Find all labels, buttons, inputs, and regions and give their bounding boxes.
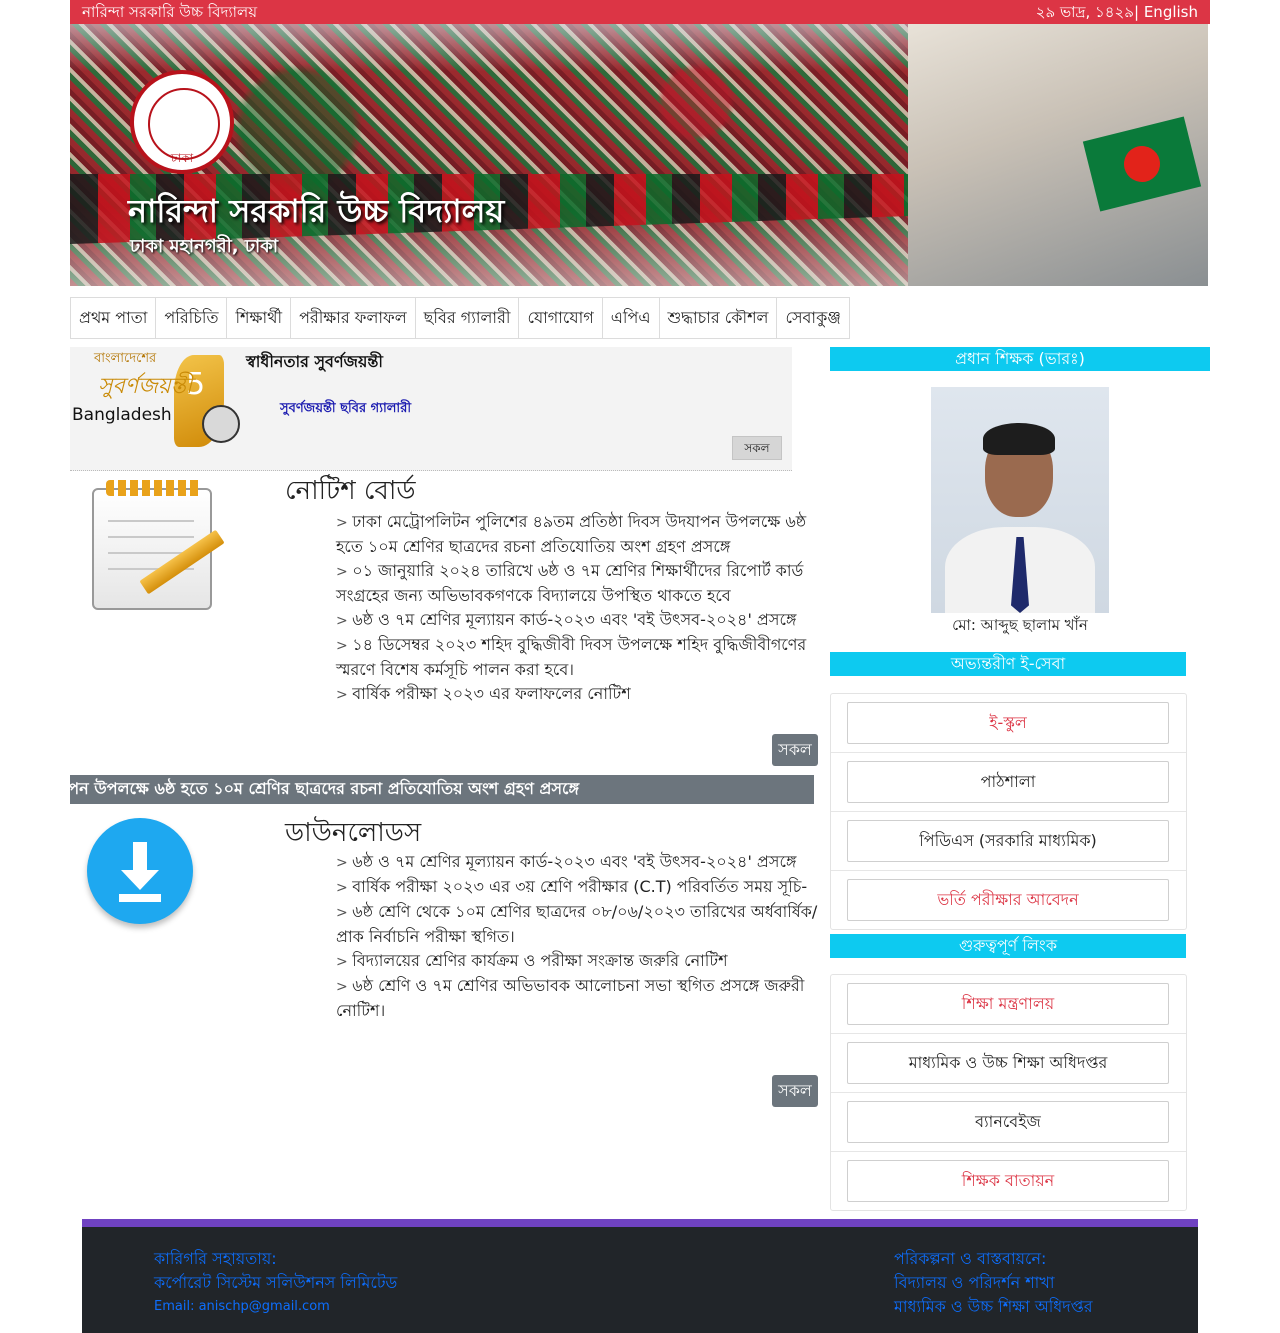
important-links-header: গুরুত্বপূর্ণ লিংক [830,934,1186,958]
footer-inspection-branch[interactable]: বিদ্যালয় ও পরিদর্শন শাখা [894,1271,1093,1295]
nav-item-gallery[interactable]: ছবির গ্যালারী [414,297,520,339]
link-row: শিক্ষা মন্ত্রণালয় [831,975,1186,1034]
nav-item-service-corner[interactable]: সেবাকুঞ্জ [776,297,850,339]
golden-jubilee-panel: 5 বাংলাদেশের সুবর্ণজয়ন্তী Bangladesh স্… [70,347,792,471]
download-bar [119,894,161,902]
important-links-panel: শিক্ষা মন্ত্রণালয় মাধ্যমিক ও উচ্চ শিক্ষ… [830,974,1187,1211]
pathshala-link[interactable]: পাঠশালা [847,761,1169,803]
photo-hair [983,423,1055,455]
footer-planning: পরিকল্পনা ও বাস্তবায়নে: বিদ্যালয় ও পরি… [894,1247,1093,1319]
bangladesh-flag-icon [1082,116,1202,212]
notepad-rings [106,480,202,496]
notice-item[interactable]: ০১ জানুয়ারি ২০২৪ তারিখে ৬ষ্ঠ ও ৭ম শ্রেণ… [336,559,822,608]
nav-item-results[interactable]: পরীক্ষার ফলাফল [290,297,416,339]
main-nav: প্রথম পাতা পরিচিতি শিক্ষার্থী পরীক্ষার ফ… [70,297,850,339]
logo-line-1: বাংলাদেশের [94,351,157,366]
download-item[interactable]: ৬ষ্ঠ শ্রেণি ও ৭ম শ্রেণির অভিভাবক আলোচনা … [336,974,822,1023]
pds-link[interactable]: পিডিএস (সরকারি মাধ্যমিক) [847,820,1169,862]
download-icon [87,818,193,924]
notice-list: ঢাকা মেট্রোপলিটন পুলিশের ৪৯তম প্রতিষ্ঠা … [336,510,822,707]
download-item[interactable]: ৬ষ্ঠ ও ৭ম শ্রেণির মূল্যায়ন কার্ড-২০২৩ এ… [336,850,822,875]
admission-application-link[interactable]: ভর্তি পরীক্ষার আবেদন [847,879,1169,921]
banbeis-link[interactable]: ব্যানবেইজ [847,1101,1169,1143]
nav-item-apa[interactable]: এপিএ [601,297,660,339]
footer-tech-support: কারিগরি সহায়তায়: কর্পোরেট সিস্টেম সলিউ… [154,1247,397,1319]
nav-item-integrity-strategy[interactable]: শুদ্ধাচার কৌশল [658,297,778,339]
top-bar-right: ২৯ ভাদ্র, ১৪২৯| English [1036,0,1198,24]
footer-email[interactable]: Email: anischp@gmail.com [154,1295,397,1319]
dshe-link[interactable]: মাধ্যমিক ও উচ্চ শিক্ষা অধিদপ্তর [847,1042,1169,1084]
download-item[interactable]: বার্ষিক পরীক্ষা ২০২৩ এর ৩য় শ্রেণি পরীক্… [336,875,822,900]
notepad-icon [90,480,225,612]
download-item[interactable]: ৬ষ্ঠ শ্রেণি থেকে ১০ম শ্রেণির ছাত্রদের ০৮… [336,900,822,949]
golden-jubilee-logo: 5 বাংলাদেশের সুবর্ণজয়ন্তী Bangladesh [70,347,240,451]
notice-item[interactable]: বার্ষিক পরীক্ষা ২০২৩ এর ফলাফলের নোটিশ [336,682,822,707]
teachers-portal-link[interactable]: শিক্ষক বাতায়ন [847,1160,1169,1202]
notepad-line [108,536,194,538]
footer-planning-heading: পরিকল্পনা ও বাস্তবায়নে: [894,1249,1047,1268]
jubilee-title: স্বাধীনতার সুবর্ণজয়ন্তী [246,352,383,371]
banner-subtitle: ঢাকা মহানগরী, ঢাকা [130,236,279,257]
nav-item-home[interactable]: প্রথম পাতা [70,297,157,339]
jubilee-all-button[interactable]: সকল [732,436,782,460]
download-arrow-stem [133,842,147,872]
download-item[interactable]: বিদ্যালয়ের শ্রেণির কার্যক্রম ও পরীক্ষা … [336,949,822,974]
notice-marquee[interactable]: দযাপন উপলক্ষে ৬ষ্ঠ হতে ১০ম শ্রেণির ছাত্র… [70,775,814,804]
notice-item[interactable]: ১৪ ডিসেম্বর ২০২৩ শহিদ বুদ্ধিজীবী দিবস উপ… [336,633,822,682]
notice-item[interactable]: ঢাকা মেট্রোপলিটন পুলিশের ৪৯তম প্রতিষ্ঠা … [336,510,822,559]
eservice-header: অভ্যন্তরীণ ই-সেবা [830,652,1186,676]
logo-line-3: Bangladesh [72,405,172,425]
school-name: নারিন্দা সরকারি উচ্চ বিদ্যালয় [82,3,258,21]
link-row: ভর্তি পরীক্ষার আবেদন [831,871,1186,929]
marquee-text: দযাপন উপলক্ষে ৬ষ্ঠ হতে ১০ম শ্রেণির ছাত্র… [70,779,580,798]
eschool-link[interactable]: ই-স্কুল [847,702,1169,744]
footer-tech-heading: কারিগরি সহায়তায়: [154,1249,277,1268]
notice-all-button[interactable]: সকল [772,734,818,766]
download-list: ৬ষ্ঠ ও ৭ম শ্রেণির মূল্যায়ন কার্ড-২০২৩ এ… [336,850,822,1023]
footer-dshe[interactable]: মাধ্যমিক ও উচ্চ শিক্ষা অধিদপ্তর [894,1295,1093,1319]
link-row: পিডিএস (সরকারি মাধ্যমিক) [831,812,1186,871]
head-teacher-header: প্রধান শিক্ষক (ভারঃ) [830,347,1210,371]
nav-item-about[interactable]: পরিচিতি [155,297,228,339]
banner-photo [908,24,1208,286]
link-row: ই-স্কুল [831,694,1186,753]
link-row: শিক্ষক বাতায়ন [831,1152,1186,1210]
notice-board-title: নোটিশ বোর্ড [285,476,416,506]
notice-item[interactable]: ৬ষ্ঠ ও ৭ম শ্রেণির মূল্যায়ন কার্ড-২০২৩ এ… [336,608,822,633]
bangla-date: ২৯ ভাদ্র, ১৪২৯| [1035,3,1140,21]
english-language-link[interactable]: English [1144,3,1198,21]
link-row: পাঠশালা [831,753,1186,812]
jubilee-gallery-link[interactable]: সুবর্ণজয়ন্তী ছবির গ্যালারী [280,399,411,420]
school-seal-logo: ঢাকা [130,70,234,174]
logo-line-2: সুবর্ণজয়ন্তী [98,374,193,399]
education-ministry-link[interactable]: শিক্ষা মন্ত্রণালয় [847,983,1169,1025]
download-arrow-head [121,870,159,890]
notepad-line [108,520,194,522]
nav-item-students[interactable]: শিক্ষার্থী [226,297,292,339]
downloads-all-button[interactable]: সকল [772,1075,818,1107]
seal-text: ঢাকা [170,151,194,165]
footer: কারিগরি সহায়তায়: কর্পোরেট সিস্টেম সলিউ… [82,1219,1198,1333]
head-teacher-name: মো: আব্দুছ ছালাম খাঁন [952,616,1088,634]
head-teacher-photo [931,387,1109,613]
footer-company-link[interactable]: কর্পোরেট সিস্টেম সলিউশনস লিমিটেড [154,1271,397,1295]
top-bar: নারিন্দা সরকারি উচ্চ বিদ্যালয় ২৯ ভাদ্র,… [70,0,1210,24]
nav-item-contact[interactable]: যোগাযোগ [518,297,603,339]
pen-icon [202,405,240,443]
eservice-links-panel: ই-স্কুল পাঠশালা পিডিএস (সরকারি মাধ্যমিক)… [830,693,1187,930]
link-row: ব্যানবেইজ [831,1093,1186,1152]
link-row: মাধ্যমিক ও উচ্চ শিক্ষা অধিদপ্তর [831,1034,1186,1093]
header-banner: ঢাকা নারিন্দা সরকারি উচ্চ বিদ্যালয় ঢাকা… [70,24,1208,286]
